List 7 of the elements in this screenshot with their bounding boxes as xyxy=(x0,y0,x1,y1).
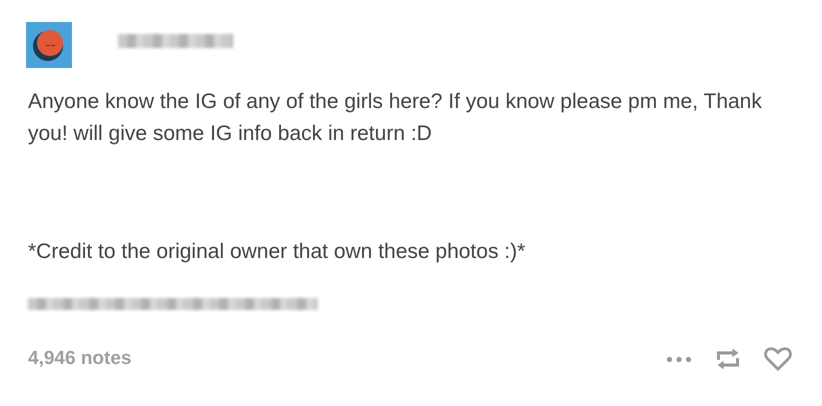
avatar-icon[interactable] xyxy=(26,22,72,68)
notes-count[interactable]: 4,946 notes xyxy=(28,348,132,370)
more-icon[interactable] xyxy=(666,356,692,362)
post-text: *Credit to the original owner that own these photos :)* xyxy=(28,239,526,265)
post-text: Anyone know the IG of any of the girls here? If you know please pm me, Thank you! will give some IG info back in return :D xyxy=(28,89,763,147)
reblog-icon[interactable] xyxy=(714,346,742,372)
heart-icon[interactable] xyxy=(764,346,792,372)
